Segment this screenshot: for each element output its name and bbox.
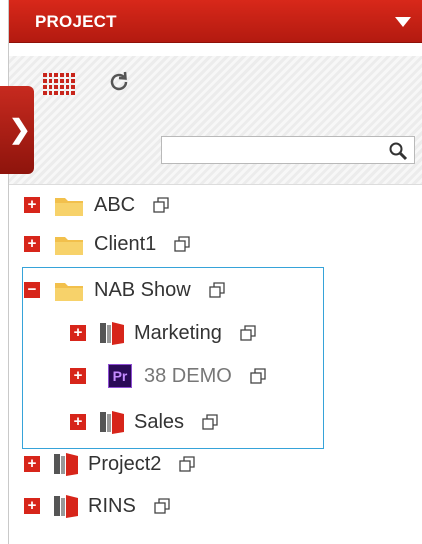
open-window-icon[interactable] [202, 414, 218, 430]
tree-label: Sales [134, 410, 185, 433]
open-window-icon[interactable] [250, 368, 266, 384]
project-icon [100, 411, 124, 434]
tree-row-nab-show[interactable]: − NAB Show [24, 275, 225, 305]
tree-row-sales[interactable]: + Sales [70, 407, 218, 437]
tree-row-abc[interactable]: + ABC [24, 190, 169, 220]
tree-row-client1[interactable]: + Client1 [24, 229, 190, 259]
folder-icon [55, 237, 83, 255]
folder-icon [55, 283, 83, 301]
tree-row-project2[interactable]: + Project2 [24, 449, 196, 479]
collapse-icon[interactable]: − [24, 282, 40, 298]
premiere-icon: Pr [108, 364, 132, 388]
sidebar-collapse-toggle[interactable]: ❯ [0, 86, 34, 174]
open-window-icon[interactable] [154, 498, 170, 514]
open-window-icon[interactable] [174, 236, 190, 252]
tree-row-rins[interactable]: + RINS [24, 491, 170, 521]
open-window-icon[interactable] [179, 456, 196, 472]
search-box[interactable] [161, 136, 415, 164]
tree-row-38-demo[interactable]: + Pr 38 DEMO [70, 361, 266, 391]
project-icon [100, 322, 124, 345]
tree-label: 38 DEMO [144, 364, 232, 387]
chevron-right-icon: ❯ [9, 114, 31, 144]
expand-icon[interactable]: + [24, 236, 40, 252]
panel-toolbar [9, 56, 422, 185]
tree-label: Project2 [88, 452, 162, 475]
search-icon[interactable] [388, 141, 408, 161]
chevron-down-icon[interactable] [395, 17, 411, 27]
expand-icon[interactable]: + [70, 414, 86, 430]
open-window-icon[interactable] [209, 282, 225, 298]
grid-icon[interactable] [43, 73, 75, 95]
project-icon [54, 495, 78, 518]
tree-label: RINS [88, 494, 136, 517]
tree-label: NAB Show [94, 278, 191, 301]
expand-icon[interactable]: + [70, 325, 86, 341]
tree-row-marketing[interactable]: + Marketing [70, 318, 256, 348]
tree-label: ABC [94, 193, 136, 216]
expand-icon[interactable]: + [24, 197, 40, 213]
panel-title: PROJECT [35, 12, 117, 31]
open-window-icon[interactable] [153, 197, 169, 213]
expand-icon[interactable]: + [24, 456, 40, 472]
expand-icon[interactable]: + [24, 498, 40, 514]
open-window-icon[interactable] [240, 325, 256, 341]
project-icon [54, 453, 78, 476]
refresh-icon[interactable] [107, 70, 131, 94]
tree-label: Marketing [134, 321, 222, 344]
tree-label: Client1 [94, 232, 157, 255]
folder-icon [55, 198, 83, 216]
search-input[interactable] [168, 138, 388, 164]
expand-icon[interactable]: + [70, 368, 86, 384]
panel-header[interactable]: PROJECT [9, 0, 422, 43]
